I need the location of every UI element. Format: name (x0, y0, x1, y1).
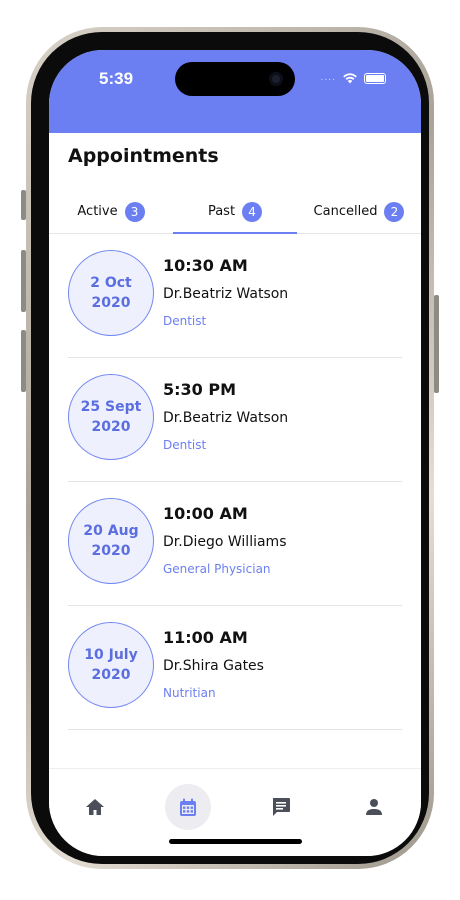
status-time: 5:39 (99, 69, 134, 88)
date-year: 2020 (91, 295, 131, 311)
tab-cancelled[interactable]: Cancelled 2 (297, 190, 421, 233)
count-badge: 2 (384, 201, 405, 222)
status-icons: .... (321, 72, 386, 84)
count-badge: 3 (124, 201, 145, 222)
date-badge: 2 Oct 2020 (68, 250, 154, 336)
volume-down-button (21, 330, 26, 392)
nav-calendar-button[interactable] (165, 784, 211, 830)
nav-profile-button[interactable] (351, 784, 397, 830)
doctor-name: Dr.Beatriz Watson (163, 410, 289, 426)
appointment-time: 5:30 PM (163, 380, 237, 399)
home-icon (86, 799, 104, 815)
doctor-specialty: Nutritian (163, 686, 216, 700)
doctor-specialty: Dentist (163, 314, 207, 328)
doctor-name: Dr.Beatriz Watson (163, 286, 289, 302)
date-badge: 20 Aug 2020 (68, 498, 154, 584)
date-year: 2020 (91, 543, 131, 559)
home-indicator[interactable] (169, 839, 302, 844)
wifi-icon (343, 73, 357, 84)
phone-screen: 5:39 .... Appointments Active 3 Past 4 C… (49, 50, 421, 856)
chat-icon (272, 798, 290, 816)
date-day: 10 July (84, 647, 138, 663)
appointment-item[interactable]: 10 July 2020 11:00 AM Dr.Shira Gates Nut… (68, 606, 402, 730)
tab-label: Past (207, 204, 236, 219)
date-year: 2020 (91, 667, 131, 683)
profile-icon (366, 799, 382, 815)
doctor-specialty: General Physician (163, 562, 271, 576)
count-badge: 4 (242, 201, 263, 222)
appointment-list: 2 Oct 2020 10:30 AM Dr.Beatriz Watson De… (49, 234, 421, 730)
appointment-time: 10:00 AM (163, 504, 248, 523)
appointment-time: 10:30 AM (163, 256, 248, 275)
nav-home-button[interactable] (72, 784, 118, 830)
page-title: Appointments (68, 145, 219, 167)
appointment-item[interactable]: 25 Sept 2020 5:30 PM Dr.Beatriz Watson D… (68, 358, 402, 482)
appointment-tabs: Active 3 Past 4 Cancelled 2 (49, 190, 421, 234)
tab-label: Cancelled (313, 204, 378, 219)
signal-icon: .... (320, 73, 336, 83)
nav-messages-button[interactable] (258, 784, 304, 830)
date-year: 2020 (91, 419, 131, 435)
date-day: 20 Aug (83, 523, 139, 539)
camera-icon (269, 72, 283, 86)
tab-label: Active (77, 204, 118, 219)
date-day: 2 Oct (90, 275, 132, 291)
doctor-name: Dr.Shira Gates (163, 658, 264, 674)
date-day: 25 Sept (80, 399, 142, 415)
date-badge: 25 Sept 2020 (68, 374, 154, 460)
date-badge: 10 July 2020 (68, 622, 154, 708)
doctor-specialty: Dentist (163, 438, 207, 452)
status-bar: 5:39 .... (49, 50, 421, 133)
phone-bezel: 5:39 .... Appointments Active 3 Past 4 C… (31, 32, 429, 864)
tab-active[interactable]: Active 3 (49, 190, 173, 233)
volume-up-button (21, 250, 26, 312)
battery-icon (364, 72, 386, 84)
power-button (434, 295, 439, 393)
action-button (21, 190, 26, 220)
phone-frame: 5:39 .... Appointments Active 3 Past 4 C… (26, 27, 434, 869)
doctor-name: Dr.Diego Williams (163, 534, 287, 550)
tab-past[interactable]: Past 4 (173, 190, 297, 234)
dynamic-island (175, 62, 295, 96)
appointment-item[interactable]: 20 Aug 2020 10:00 AM Dr.Diego Williams G… (68, 482, 402, 606)
bottom-nav (49, 768, 421, 856)
appointment-time: 11:00 AM (163, 628, 248, 647)
calendar-icon (180, 798, 196, 816)
appointment-item[interactable]: 2 Oct 2020 10:30 AM Dr.Beatriz Watson De… (68, 234, 402, 358)
